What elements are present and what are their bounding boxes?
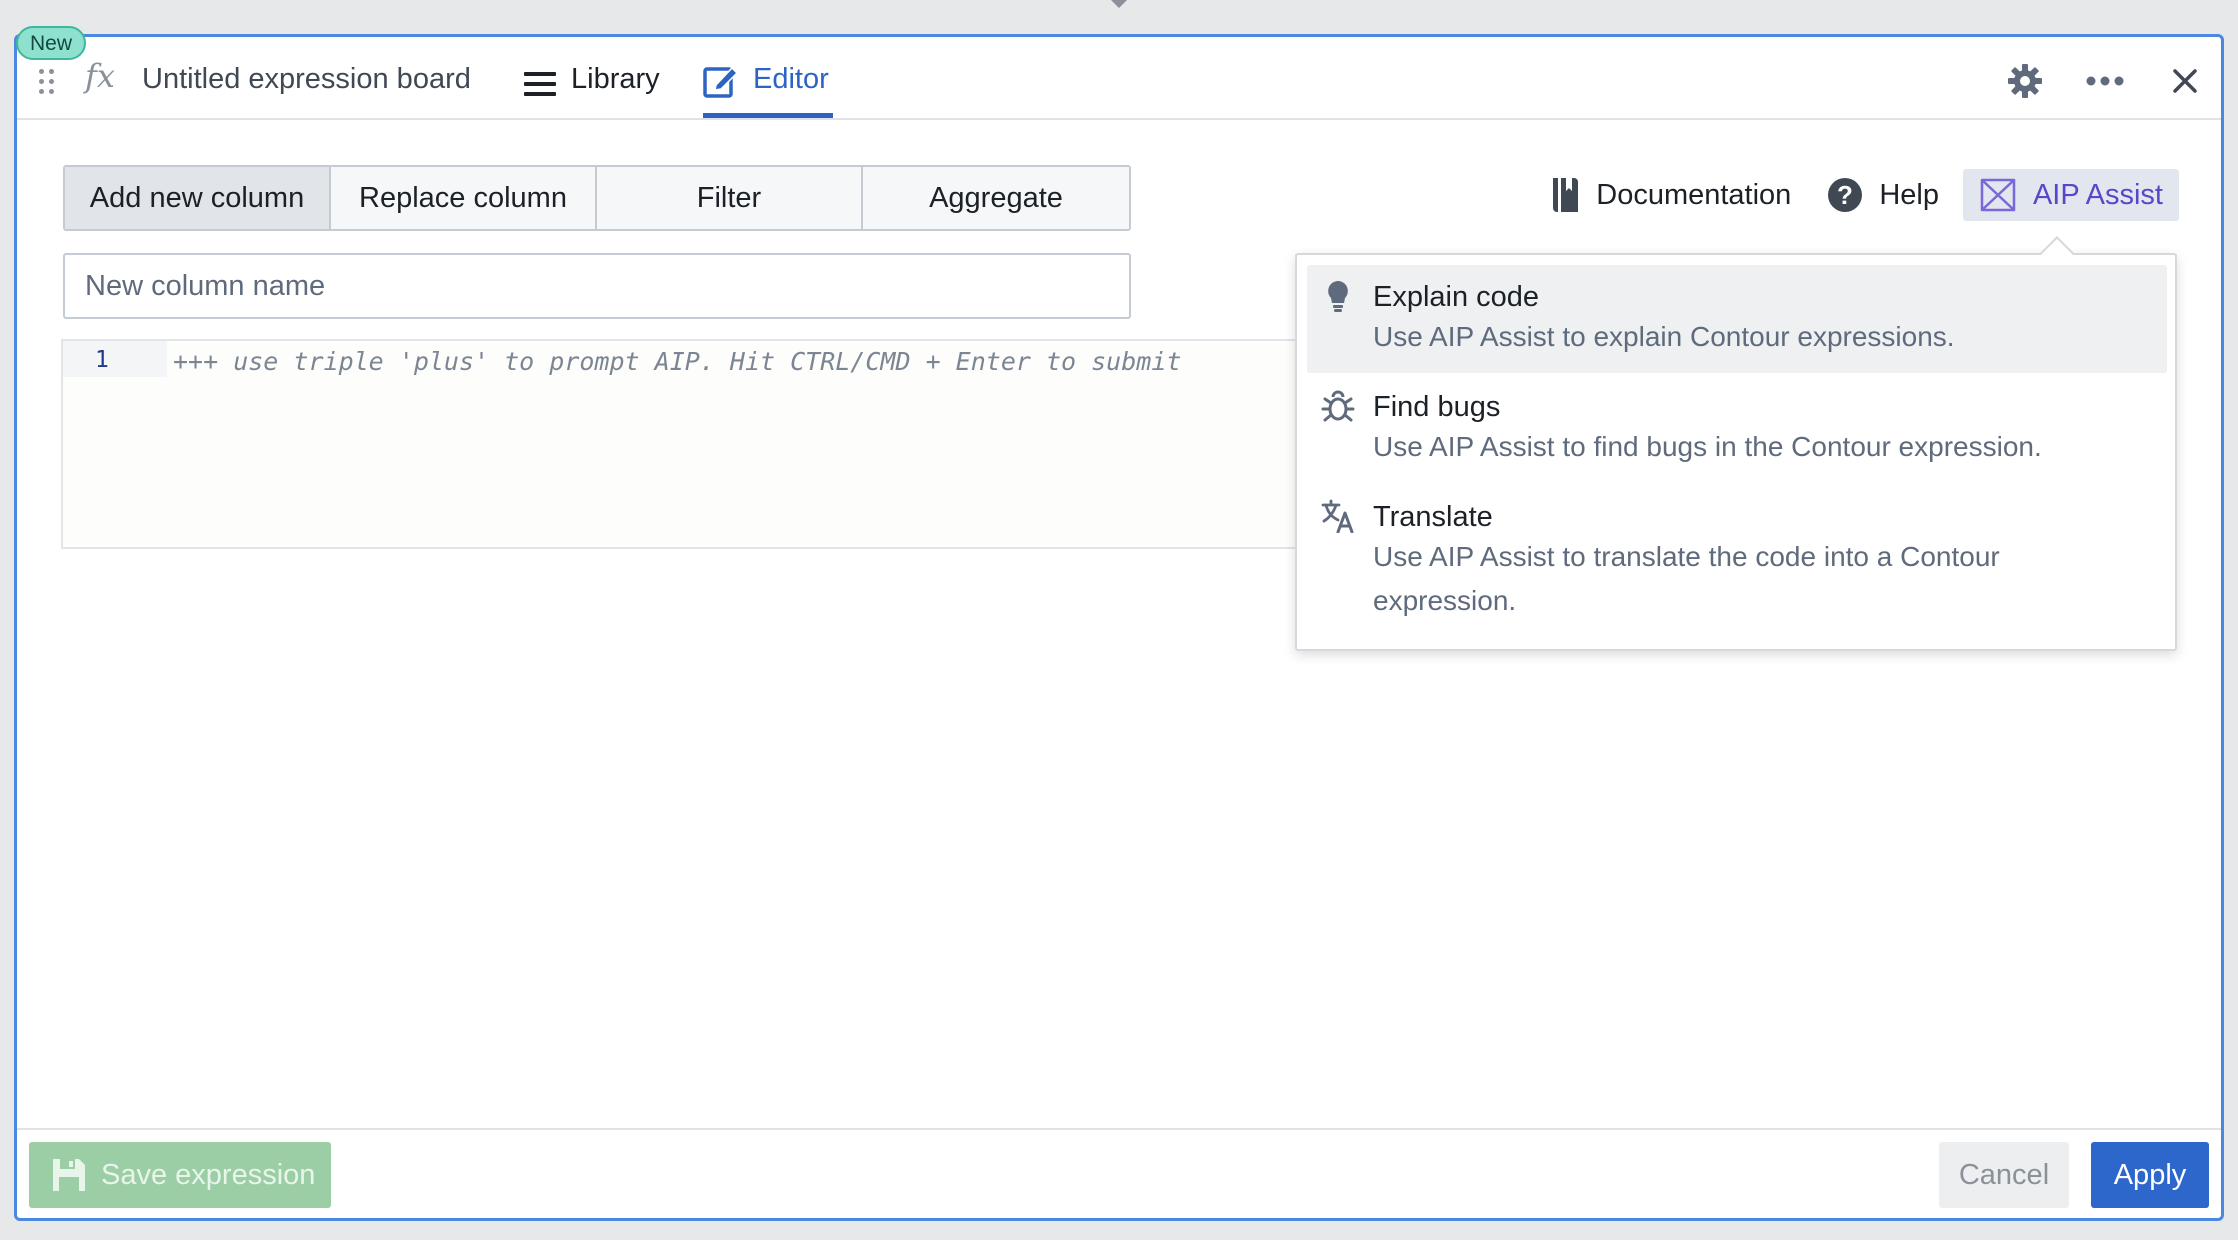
close-icon[interactable]	[2163, 59, 2207, 103]
new-column-name-input[interactable]	[63, 253, 1131, 319]
menu-item-title: Find bugs	[1373, 391, 1501, 423]
new-badge: New	[16, 26, 87, 60]
aip-assist-button[interactable]: AIP Assist	[1962, 169, 2179, 221]
book-icon	[1553, 178, 1579, 212]
menu-item-description: Use AIP Assist to find bugs in the Conto…	[1373, 431, 2042, 462]
help-label: Help	[1879, 178, 1939, 211]
filter-button[interactable]: Filter	[597, 167, 863, 229]
documentation-link[interactable]: Documentation	[1532, 169, 1809, 221]
drag-handle-icon[interactable]	[37, 67, 59, 101]
menu-item-title: Explain code	[1373, 281, 1540, 313]
help-link[interactable]: ? Help	[1809, 169, 1957, 221]
aip-assist-menu: Explain code Use AIP Assist to explain C…	[1295, 236, 2177, 651]
aip-assist-label: AIP Assist	[2032, 178, 2163, 211]
tab-library-label: Library	[571, 63, 660, 95]
aip-icon	[1980, 178, 2016, 212]
save-expression-button[interactable]: Save expression	[29, 1142, 331, 1208]
translate-icon	[1321, 499, 1354, 533]
documentation-label: Documentation	[1596, 178, 1792, 211]
aggregate-button[interactable]: Aggregate	[863, 167, 1129, 229]
menu-item-description: Use AIP Assist to translate the code int…	[1373, 541, 2000, 616]
lightbulb-icon	[1328, 281, 1348, 312]
menu-item-description: Use AIP Assist to explain Contour expres…	[1373, 321, 1955, 352]
save-icon	[53, 1159, 85, 1191]
expression-board-panel: fx Untitled expression board Library Edi…	[14, 34, 2224, 1221]
bug-icon	[1321, 390, 1355, 422]
panel-header: fx Untitled expression board Library Edi…	[17, 37, 2221, 120]
toolbar-links: Documentation ? Help AIP Assist	[1532, 169, 2179, 221]
code-editor-placeholder: +++ use triple 'plus' to prompt AIP. Hit…	[173, 347, 1182, 376]
add-new-column-button[interactable]: Add new column	[65, 167, 331, 229]
menu-icon	[524, 72, 556, 96]
apply-button[interactable]: Apply	[2091, 1142, 2209, 1208]
mode-selector: Add new column Replace column Filter Agg…	[63, 165, 1131, 231]
menu-item-explain-code[interactable]: Explain code Use AIP Assist to explain C…	[1307, 265, 2167, 373]
tab-library[interactable]: Library	[523, 57, 660, 118]
svg-text:?: ?	[1837, 180, 1853, 210]
menu-item-translate[interactable]: Translate Use AIP Assist to translate th…	[1307, 485, 2167, 635]
line-number: 1	[63, 341, 167, 377]
function-icon: fx	[85, 57, 115, 95]
board-title[interactable]: Untitled expression board	[142, 63, 471, 96]
code-editor[interactable]: 1 +++ use triple 'plus' to prompt AIP. H…	[61, 339, 1357, 549]
edit-icon	[703, 66, 739, 98]
help-icon: ?	[1828, 178, 1863, 212]
more-icon[interactable]	[2083, 59, 2127, 103]
tab-editor-label: Editor	[753, 63, 829, 95]
replace-column-button[interactable]: Replace column	[331, 167, 597, 229]
menu-item-find-bugs[interactable]: Find bugs Use AIP Assist to find bugs in…	[1307, 375, 2167, 483]
menu-item-title: Translate	[1373, 501, 1493, 533]
panel-footer: Save expression Cancel Apply	[17, 1128, 2221, 1218]
tab-editor[interactable]: Editor	[703, 57, 833, 118]
cancel-button[interactable]: Cancel	[1939, 1142, 2069, 1208]
gear-icon[interactable]	[2003, 59, 2047, 103]
save-expression-label: Save expression	[101, 1158, 316, 1191]
top-caret-icon	[1111, 0, 1127, 8]
